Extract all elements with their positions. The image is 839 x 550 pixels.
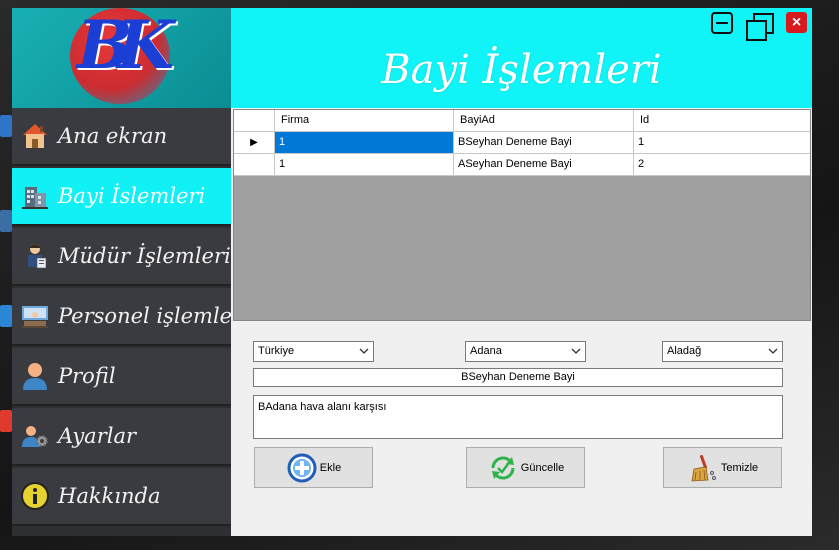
cell-bayiad[interactable]: BSeyhan Deneme Bayi [454,132,634,154]
logo-letters: BK [77,8,174,84]
update-button[interactable]: Güncelle [466,447,585,488]
sidebar-item-label: Profil [58,364,116,388]
column-header-bayiad[interactable]: BayiAd [454,110,634,132]
column-header-firma[interactable]: Firma [275,110,454,132]
country-select-value: Türkiye [258,345,295,357]
home-icon [20,121,50,151]
address-field[interactable]: BAdana hava alanı karşısı [253,395,783,439]
sidebar-item-label: Müdür İşlemleri [58,244,231,268]
close-button[interactable]: × [786,12,807,33]
sidebar-item-label: Ana ekran [58,124,168,148]
clear-button[interactable]: Temizle [663,447,782,488]
city-select-value: Adana [470,345,502,357]
sidebar-item-label: Ayarlar [58,424,137,448]
sidebar-item-mudur-islemleri[interactable]: Müdür İşlemleri [12,228,231,286]
cell-firma[interactable]: 1 [275,154,454,176]
buildings-icon [20,181,50,211]
manager-icon [20,241,50,271]
table-row[interactable]: ▶ 1 BSeyhan Deneme Bayi 1 [234,132,810,154]
cell-firma[interactable]: 1 [275,132,454,154]
plus-circle-icon [286,452,318,484]
logo: BK [12,8,231,108]
app-window: BK Ana ekran Bayi İslemleri Müdür İşleml… [12,8,812,536]
sidebar-item-profil[interactable]: Profil [12,348,231,406]
minimize-button[interactable] [711,12,733,34]
user-gear-icon [20,421,50,451]
update-button-label: Güncelle [520,461,565,474]
sidebar-item-personel-islemleri[interactable]: Personel işlemleri [12,288,249,346]
clear-button-label: Temizle [720,461,759,474]
country-select[interactable]: Türkiye [253,341,374,362]
sidebar-item-ana-ekran[interactable]: Ana ekran [12,108,231,166]
desktop-icon[interactable] [0,210,12,232]
chevron-down-icon [571,348,581,354]
user-icon [20,361,50,391]
sidebar-item-label: Bayi İslemleri [58,184,206,208]
grid-corner [234,110,275,132]
chevron-down-icon [359,348,369,354]
broom-icon [687,452,719,484]
cell-id[interactable]: 1 [634,132,810,154]
restore-icon [746,13,774,41]
desktop-icon[interactable] [0,410,12,432]
sidebar-item-label: Personel işlemleri [58,304,249,328]
column-header-id[interactable]: Id [634,110,810,132]
district-select-value: Aladağ [667,345,702,357]
header: Bayi İşlemleri × [231,8,812,108]
desktop-icon[interactable] [0,115,12,137]
sidebar: BK Ana ekran Bayi İslemleri Müdür İşleml… [12,8,249,536]
refresh-check-icon [487,452,519,484]
grid-header-row: Firma BayiAd Id [234,110,810,132]
chevron-down-icon [768,348,778,354]
cell-bayiad[interactable]: ASeyhan Deneme Bayi [454,154,634,176]
sidebar-item-label: Hakkında [58,484,161,508]
sidebar-item-bayi-islemleri[interactable]: Bayi İslemleri [12,168,231,226]
cell-id[interactable]: 2 [634,154,810,176]
sidebar-item-ayarlar[interactable]: Ayarlar [12,408,231,466]
row-selector[interactable] [234,154,275,176]
row-selector[interactable]: ▶ [234,132,275,154]
staff-desk-icon [20,301,50,331]
info-icon [20,481,50,511]
table-row[interactable]: 1 ASeyhan Deneme Bayi 2 [234,154,810,176]
desktop-icon[interactable] [0,305,12,327]
add-button[interactable]: Ekle [254,447,373,488]
dealer-grid[interactable]: Firma BayiAd Id ▶ 1 BSeyhan Deneme Bayi … [233,109,811,321]
district-select[interactable]: Aladağ [662,341,783,362]
restore-button[interactable] [745,12,775,42]
city-select[interactable]: Adana [465,341,586,362]
add-button-label: Ekle [319,461,342,474]
dealer-name-field[interactable]: BSeyhan Deneme Bayi [253,368,783,387]
sidebar-item-hakkinda[interactable]: Hakkında [12,468,231,526]
